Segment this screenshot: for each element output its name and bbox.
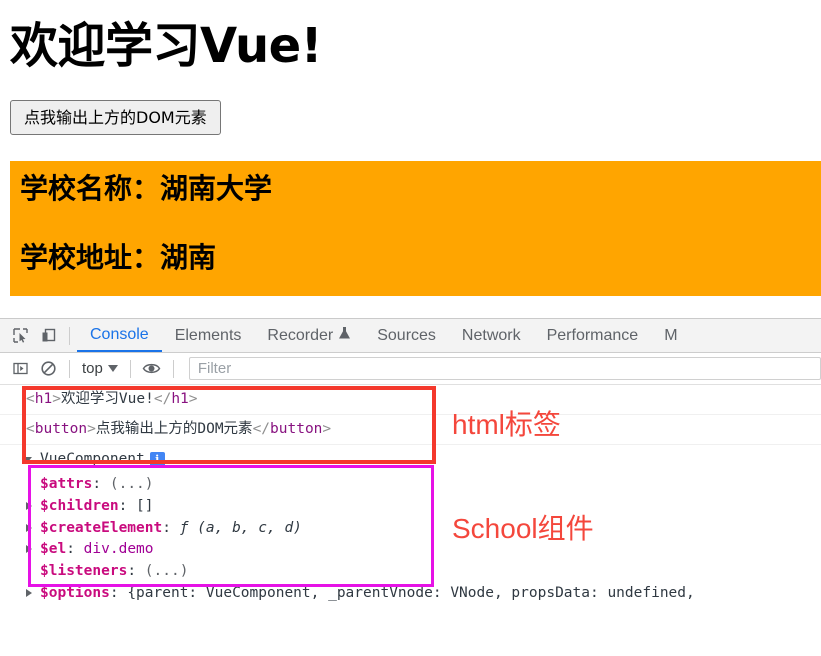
tab-network-label: Network [461,327,521,344]
tab-elements-label: Elements [174,327,242,344]
prop-listeners-value: (...) [144,563,189,580]
button-open-punct-end: > [87,421,96,438]
prop-children-sep: : [118,497,137,514]
h1-open-punct-end: > [52,391,61,407]
tab-performance[interactable]: Performance [534,319,652,352]
tab-console[interactable]: Console [77,319,162,352]
button-open-punct: < [26,421,35,438]
vuecomponent-constructor-label: VueComponent [40,451,145,468]
prop-createelement-sep: : [162,519,180,536]
expand-triangle-icon[interactable] [26,501,32,510]
tab-console-label: Console [90,326,149,343]
prop-attrs-name: $attrs [40,476,93,493]
execution-context-dropdown[interactable]: top [77,360,123,377]
prop-options-name: $options [40,584,110,601]
prop-options-value: {parent: VueComponent, _parentVnode: VNo… [127,584,695,601]
prop-el[interactable]: $el: div.demo [0,539,821,561]
live-expression-eye-icon[interactable] [138,355,166,383]
expand-triangle-icon[interactable] [22,456,32,463]
inspect-element-icon[interactable] [6,322,34,350]
console-output[interactable]: <h1>欢迎学习Vue!</h1> <button>点我输出上方的DOM元素</… [0,385,821,655]
console-filter-placeholder: Filter [197,360,232,377]
prop-children-value: [] [136,497,154,514]
toolbar-divider [69,326,70,345]
devtools-tabbar: Console Elements Recorder Sources Networ… [0,319,821,353]
info-icon[interactable]: i [149,452,165,468]
expand-triangle-icon[interactable] [26,545,32,554]
clear-console-icon[interactable] [34,355,62,383]
tab-memory-label: M [664,327,678,344]
prop-el-name: $el [40,541,67,558]
h1-close-punct-end: > [188,391,198,407]
prop-createelement-value: ƒ (a, b, c, d) [179,519,302,536]
tab-performance-label: Performance [546,327,639,344]
device-toolbar-icon[interactable] [34,322,62,350]
prop-options-sep: : [109,584,128,601]
devtools-panel: Console Elements Recorder Sources Networ… [0,318,821,656]
output-dom-button[interactable]: 点我输出上方的DOM元素 [10,99,221,135]
expand-triangle-icon[interactable] [26,588,32,597]
console-sidebar-icon[interactable] [6,355,34,383]
tab-recorder-label: Recorder [267,327,334,344]
prop-el-value: div.demo [83,541,154,558]
prop-attrs-value: (...) [109,476,154,493]
console-filter-input[interactable]: Filter [188,357,821,380]
console-toolbar-divider-1 [69,359,70,378]
annotation-html-tags: html标签 [452,409,561,440]
h1-open-punct: < [26,391,35,407]
button-open-tagname: button [34,421,88,438]
prop-children[interactable]: $children: [] [0,496,821,518]
prop-attrs-sep: : [92,476,110,493]
page-title: 欢迎学习Vue! [10,18,323,74]
console-toolbar-divider-2 [129,359,131,378]
annotation-school-component: School组件 [452,513,594,544]
h1-open-tagname: h1 [34,391,53,407]
school-address-text: 学校地址：湖南 [20,240,217,274]
flask-icon [338,319,351,352]
school-demo-box: 学校名称：湖南大学 学校地址：湖南 [10,160,821,296]
console-message-h1[interactable]: <h1>欢迎学习Vue!</h1> [0,385,821,416]
tab-network[interactable]: Network [449,319,534,352]
tab-memory[interactable]: M [651,319,690,352]
tab-sources-label: Sources [377,327,436,344]
button-close-punct: </ [252,421,271,438]
button-close-punct-end: > [322,421,332,438]
school-name-text: 学校名称：湖南大学 [20,171,273,205]
prop-listeners-sep: : [127,563,145,580]
console-toolbar: top Filter [0,353,821,385]
execution-context-value: top [82,360,103,377]
h1-close-punct: </ [153,391,172,407]
rendered-web-page: 欢迎学习Vue! 点我输出上方的DOM元素 学校名称：湖南大学 学校地址：湖南 [0,0,821,318]
console-message-vuecomponent[interactable]: VueComponent i [0,445,821,474]
prop-options[interactable]: $options: {parent: VueComponent, _parent… [0,583,821,605]
h1-close-tagname: h1 [171,391,189,407]
console-message-button[interactable]: <button>点我输出上方的DOM元素</button> [0,415,821,446]
h1-inner-text: 欢迎学习Vue! [60,391,154,407]
prop-el-sep: : [66,541,84,558]
console-toolbar-divider-3 [172,359,174,378]
expand-triangle-icon[interactable] [26,523,32,532]
chevron-down-icon [107,365,118,372]
prop-createelement-name: $createElement [40,519,163,536]
button-close-tagname: button [270,421,323,438]
button-inner-text: 点我输出上方的DOM元素 [95,421,253,438]
prop-children-name: $children [40,497,119,514]
prop-listeners-name: $listeners [40,563,128,580]
prop-listeners[interactable]: $listeners: (...) [0,561,821,583]
prop-attrs[interactable]: $attrs: (...) [0,474,821,496]
tab-recorder[interactable]: Recorder [254,319,364,352]
tab-sources[interactable]: Sources [364,319,449,352]
prop-createelement[interactable]: $createElement: ƒ (a, b, c, d) [0,518,821,540]
tab-elements[interactable]: Elements [162,319,255,352]
